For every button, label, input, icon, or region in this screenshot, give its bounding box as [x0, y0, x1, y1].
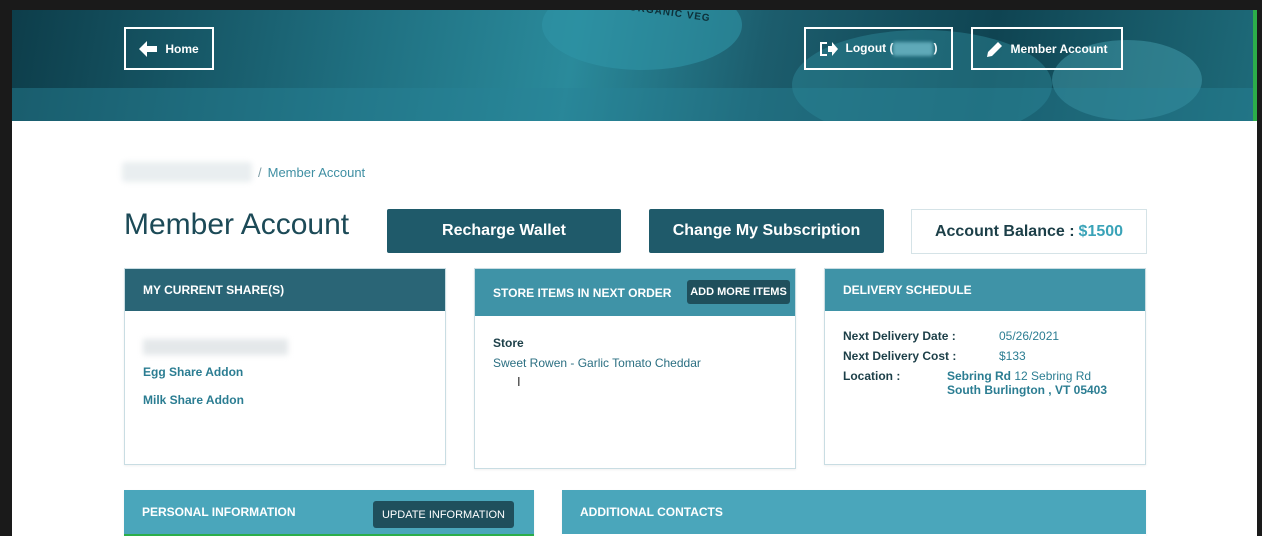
header-banner: SEASON ORGANIC VEG Home Logout () Member… — [12, 10, 1257, 121]
recharge-wallet-button[interactable]: Recharge Wallet — [387, 209, 621, 253]
balance-label: Account Balance : — [934, 222, 1075, 240]
member-account-button[interactable]: Member Account — [971, 27, 1123, 70]
store-label: Store — [493, 336, 524, 350]
home-label: Home — [165, 41, 199, 56]
add-more-items-button[interactable]: ADD MORE ITEMS — [687, 280, 790, 304]
page-title: Member Account — [124, 208, 350, 241]
personal-info-card: PERSONAL INFORMATION UPDATE INFORMATION — [124, 490, 534, 536]
location-name: Sebring Rd — [947, 369, 1012, 383]
breadcrumb-home-link[interactable] — [122, 162, 252, 182]
delivery-schedule-card: DELIVERY SCHEDULE Next Delivery Date : 0… — [824, 268, 1146, 465]
delivery-schedule-heading: DELIVERY SCHEDULE — [825, 269, 1145, 311]
share-name-redacted — [143, 339, 288, 355]
share-item-milk[interactable]: Milk Share Addon — [143, 393, 427, 407]
next-delivery-date-row: Next Delivery Date : 05/26/2021 — [843, 329, 1060, 343]
current-shares-heading: MY CURRENT SHARE(S) — [125, 269, 445, 311]
logout-label: Logout () — [845, 41, 938, 56]
member-account-label: Member Account — [1010, 41, 1108, 56]
additional-contacts-card: ADDITIONAL CONTACTS — [562, 490, 1146, 536]
text-cursor-icon: I — [517, 374, 521, 389]
store-items-heading: STORE ITEMS IN NEXT ORDER — [493, 285, 672, 300]
additional-contacts-heading: ADDITIONAL CONTACTS — [562, 490, 1146, 534]
logout-icon — [819, 41, 838, 56]
store-items-card: STORE ITEMS IN NEXT ORDER ADD MORE ITEMS… — [474, 268, 796, 469]
location-value: Sebring Rd 12 Sebring Rd South Burlingto… — [947, 369, 1107, 397]
breadcrumb: / Member Account — [122, 162, 365, 182]
next-delivery-cost-row: Next Delivery Cost : $133 — [843, 349, 1026, 363]
personal-info-heading: PERSONAL INFORMATION — [142, 505, 296, 519]
arrow-left-icon — [139, 40, 158, 57]
logout-button[interactable]: Logout () — [804, 27, 953, 70]
personal-info-header: PERSONAL INFORMATION UPDATE INFORMATION — [124, 490, 534, 534]
share-item-egg[interactable]: Egg Share Addon — [143, 365, 427, 379]
account-balance: Account Balance : $1500 — [911, 209, 1147, 254]
browser-viewport: SEASON ORGANIC VEG Home Logout () Member… — [12, 10, 1257, 536]
store-item: Sweet Rowen - Garlic Tomato Cheddar — [493, 356, 701, 370]
home-button[interactable]: Home — [124, 27, 214, 70]
breadcrumb-current: Member Account — [267, 164, 366, 180]
next-delivery-cost: $133 — [999, 349, 1026, 363]
current-shares-card: MY CURRENT SHARE(S) Egg Share Addon Milk… — [124, 268, 446, 465]
change-subscription-button[interactable]: Change My Subscription — [649, 209, 884, 253]
pencil-icon — [986, 41, 1002, 57]
next-delivery-date: 05/26/2021 — [999, 329, 1060, 343]
update-information-button[interactable]: UPDATE INFORMATION — [373, 501, 514, 528]
location-street: 12 Sebring Rd — [1014, 369, 1092, 383]
store-items-header: STORE ITEMS IN NEXT ORDER ADD MORE ITEMS — [475, 269, 795, 316]
balance-value: $1500 — [1078, 222, 1124, 240]
location-city: South Burlington , VT 05403 — [947, 383, 1108, 397]
location-row: Location : Sebring Rd 12 Sebring Rd Sout… — [843, 369, 1108, 397]
